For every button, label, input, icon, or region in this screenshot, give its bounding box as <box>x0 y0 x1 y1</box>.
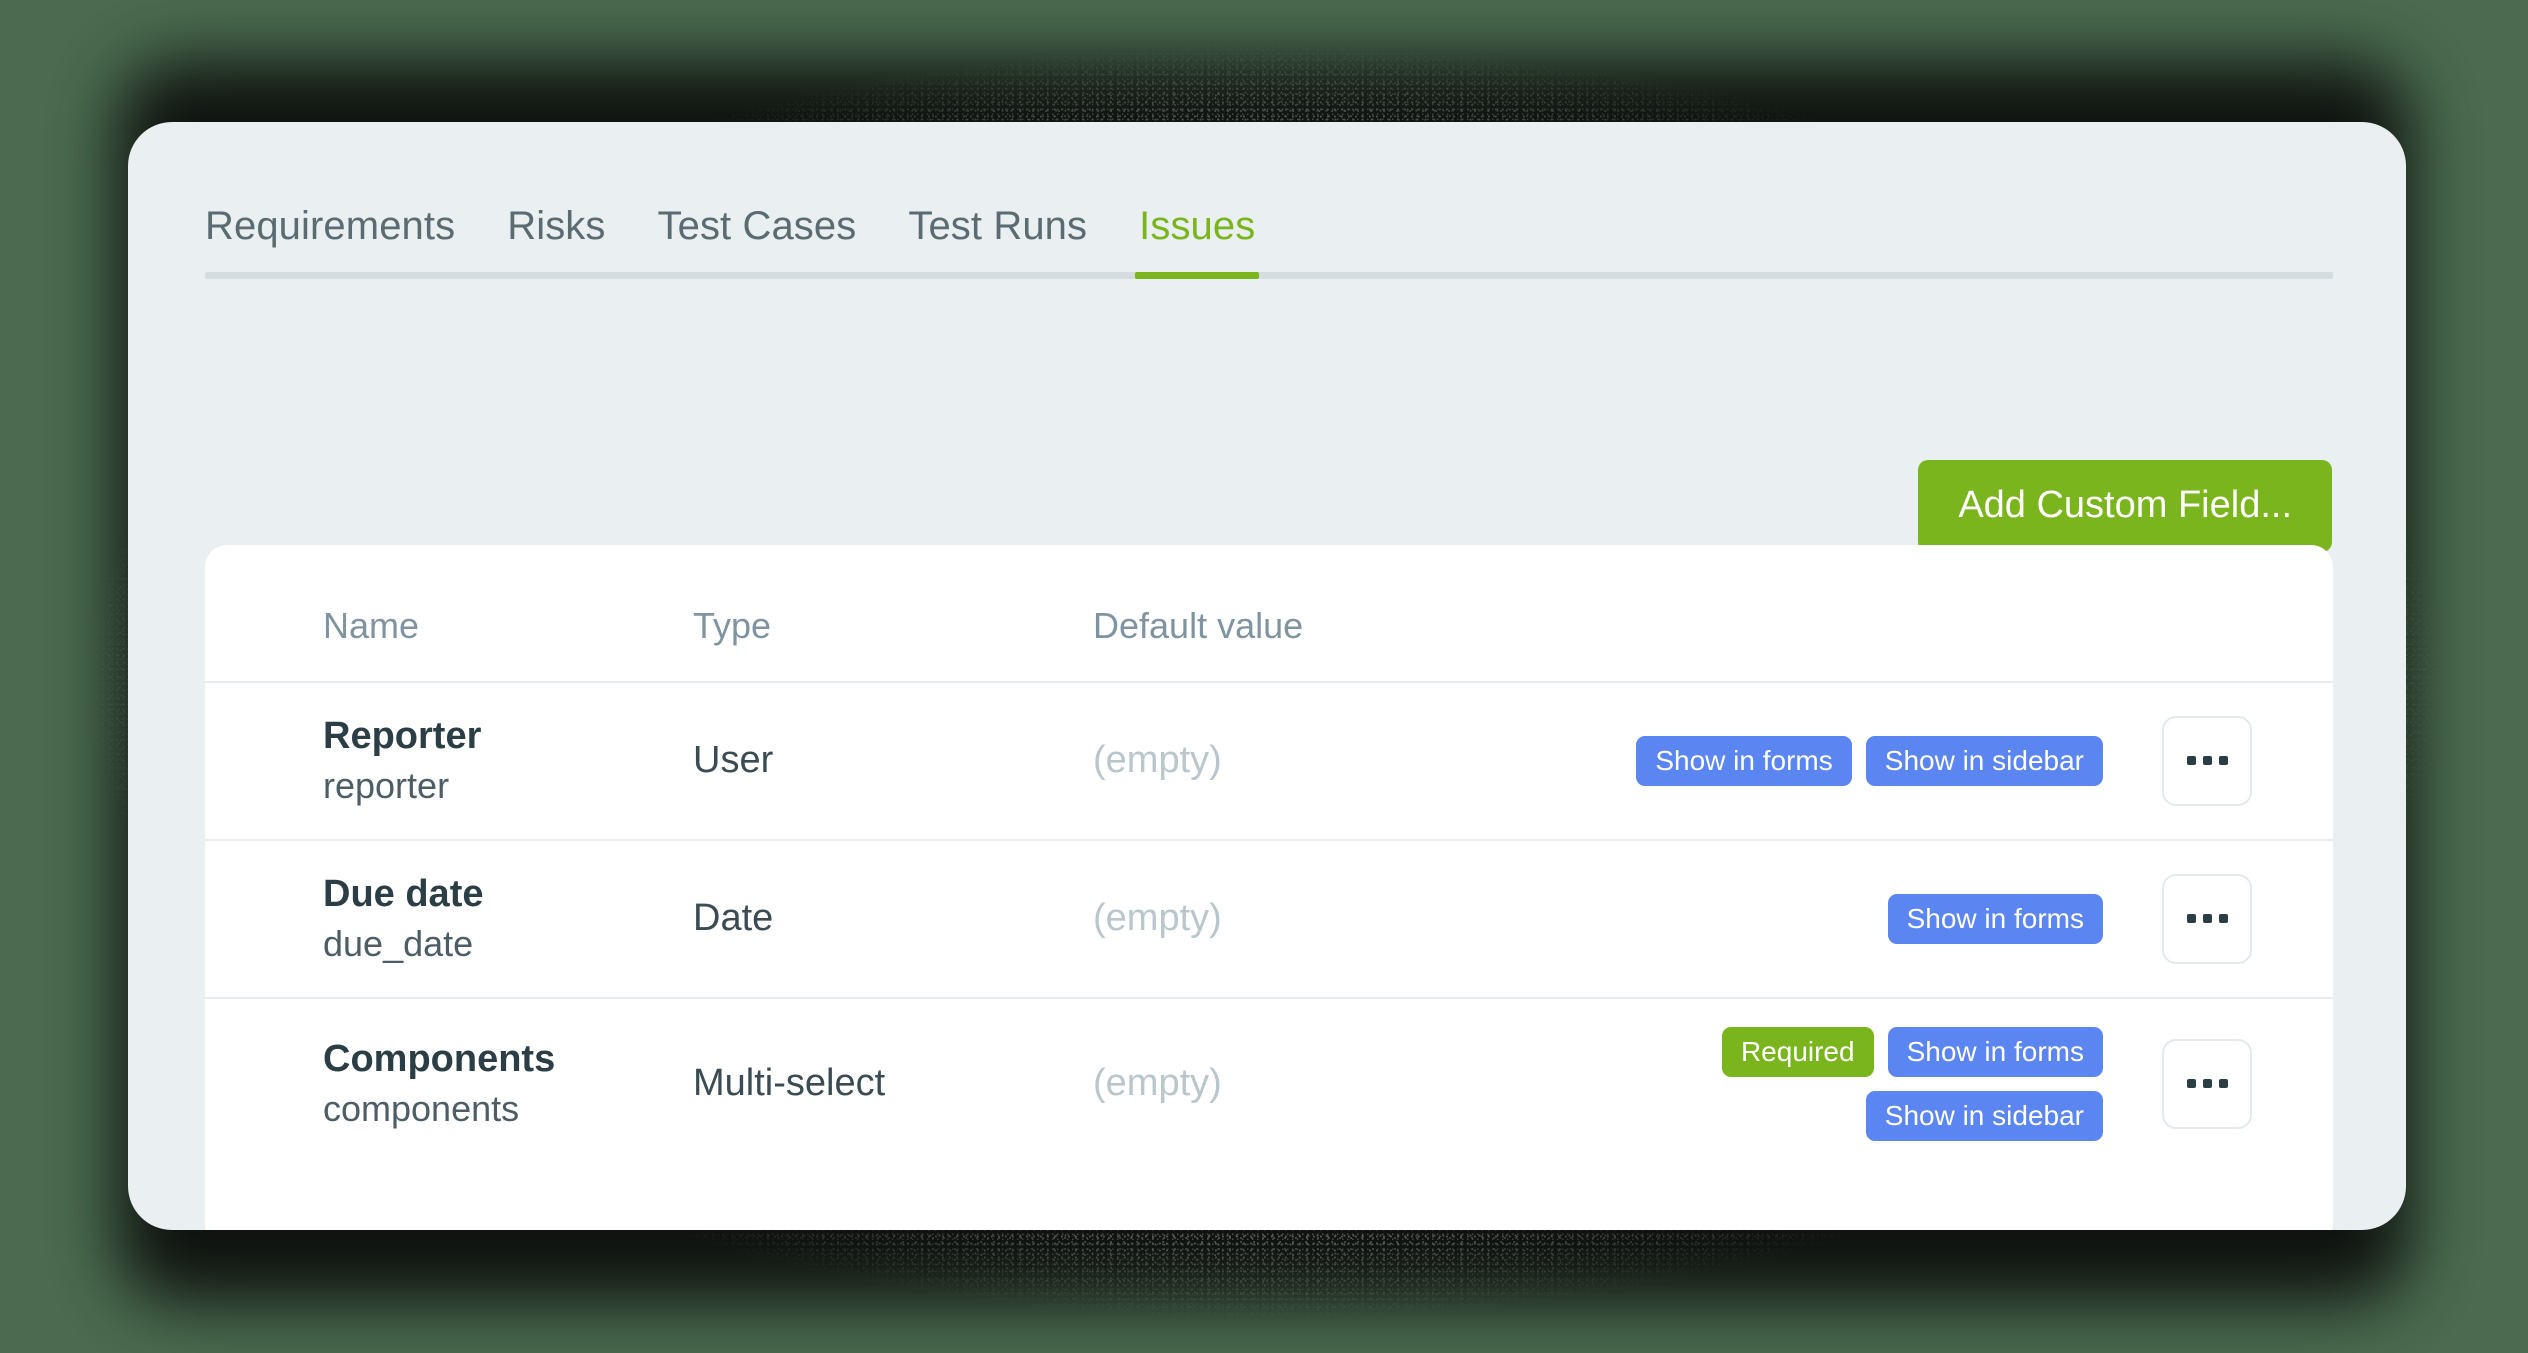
badge-show-in-forms[interactable]: Show in forms <box>1887 893 2103 944</box>
cell-field-name: Reporter reporter <box>205 682 693 841</box>
tab-list: Requirements Risks Test Cases Test Runs Issu… <box>205 206 2333 272</box>
table-body: Reporter reporter User (empty) Show in forms… <box>205 682 2333 1169</box>
tab-risks[interactable]: Risks <box>481 206 631 272</box>
badge-show-in-forms[interactable]: Show in forms <box>1887 1026 2103 1077</box>
field-display-name: Reporter <box>323 715 482 757</box>
ellipsis-icon <box>2202 756 2212 766</box>
ellipsis-icon <box>2218 1079 2228 1089</box>
cell-actions <box>2133 682 2333 841</box>
column-header-badges <box>1573 545 2133 683</box>
table-row: Reporter reporter User (empty) Show in forms… <box>205 682 2333 841</box>
badge-group: Show in forms Show in sidebar <box>1573 735 2133 786</box>
cell-default-value: (empty) <box>1093 682 1573 841</box>
badge-show-in-forms[interactable]: Show in forms <box>1636 735 1852 786</box>
cell-badges: Show in forms Show in sidebar <box>1573 682 2133 841</box>
tab-test-cases[interactable]: Test Cases <box>632 206 883 272</box>
custom-fields-card: Name Type Default value Reporter reporter… <box>205 545 2333 1230</box>
table-row: Due date due_date Date (empty) Show in forms <box>205 839 2333 999</box>
tab-test-runs[interactable]: Test Runs <box>882 206 1113 272</box>
column-header-type: Type <box>693 545 1093 683</box>
badge-show-in-sidebar[interactable]: Show in sidebar <box>1865 735 2103 786</box>
ellipsis-icon <box>2202 1079 2212 1089</box>
cell-field-type: Date <box>693 839 1093 999</box>
tab-underline <box>205 272 2333 279</box>
ellipsis-icon <box>2218 756 2228 766</box>
field-display-name: Due date <box>323 872 484 915</box>
column-header-name: Name <box>205 545 693 683</box>
cell-actions <box>2133 839 2333 999</box>
badge-show-in-sidebar[interactable]: Show in sidebar <box>1865 1090 2103 1141</box>
row-menu-button[interactable] <box>2162 873 2252 964</box>
ellipsis-icon <box>2218 914 2228 924</box>
cell-field-type: Multi-select <box>693 1062 886 1105</box>
column-header-actions <box>2133 545 2333 683</box>
badge-required[interactable]: Required <box>1721 1026 1874 1077</box>
tab-issues[interactable]: Issues <box>1113 206 1281 272</box>
app-panel: Requirements Risks Test Cases Test Runs Issu… <box>128 122 2406 1230</box>
cell-default-value: (empty) <box>1093 1062 1222 1105</box>
field-slug: reporter <box>323 765 450 807</box>
table-row: Components components Multi-select (empty) R… <box>205 998 2333 1169</box>
cell-field-type: User <box>693 682 1093 841</box>
ellipsis-icon <box>2186 756 2196 766</box>
field-slug: components <box>323 1088 520 1130</box>
badge-group: Show in forms <box>1573 893 2133 944</box>
cell-default-value: (empty) <box>1093 839 1573 999</box>
tab-requirements[interactable]: Requirements <box>205 206 481 272</box>
cell-badges: Show in forms <box>1573 839 2133 999</box>
custom-fields-table: Name Type Default value Reporter reporter… <box>205 545 2333 1169</box>
table-header: Name Type Default value <box>205 545 2333 683</box>
row-menu-button[interactable] <box>2162 715 2252 806</box>
active-tab-indicator <box>1135 272 1260 279</box>
badge-group: Required Show in forms Show in sidebar <box>1573 1026 2133 1141</box>
row-menu-button[interactable] <box>2162 1038 2252 1129</box>
field-display-name: Components <box>323 1037 556 1080</box>
ellipsis-icon <box>2186 1079 2196 1089</box>
tab-bar: Requirements Risks Test Cases Test Runs Issu… <box>205 206 2333 279</box>
ellipsis-icon <box>2202 914 2212 924</box>
field-slug: due_date <box>323 923 474 965</box>
column-header-default-value: Default value <box>1093 545 1573 683</box>
table-header-row: Name Type Default value <box>205 545 2333 683</box>
cell-badges: Required Show in forms Show in sidebar <box>1573 998 2133 1169</box>
cell-field-name: Components components <box>205 998 693 1169</box>
ellipsis-icon <box>2186 914 2196 924</box>
cell-field-name: Due date due_date <box>205 839 693 999</box>
cell-actions <box>2133 998 2333 1169</box>
add-custom-field-button[interactable]: Add Custom Field... <box>1918 460 2332 552</box>
